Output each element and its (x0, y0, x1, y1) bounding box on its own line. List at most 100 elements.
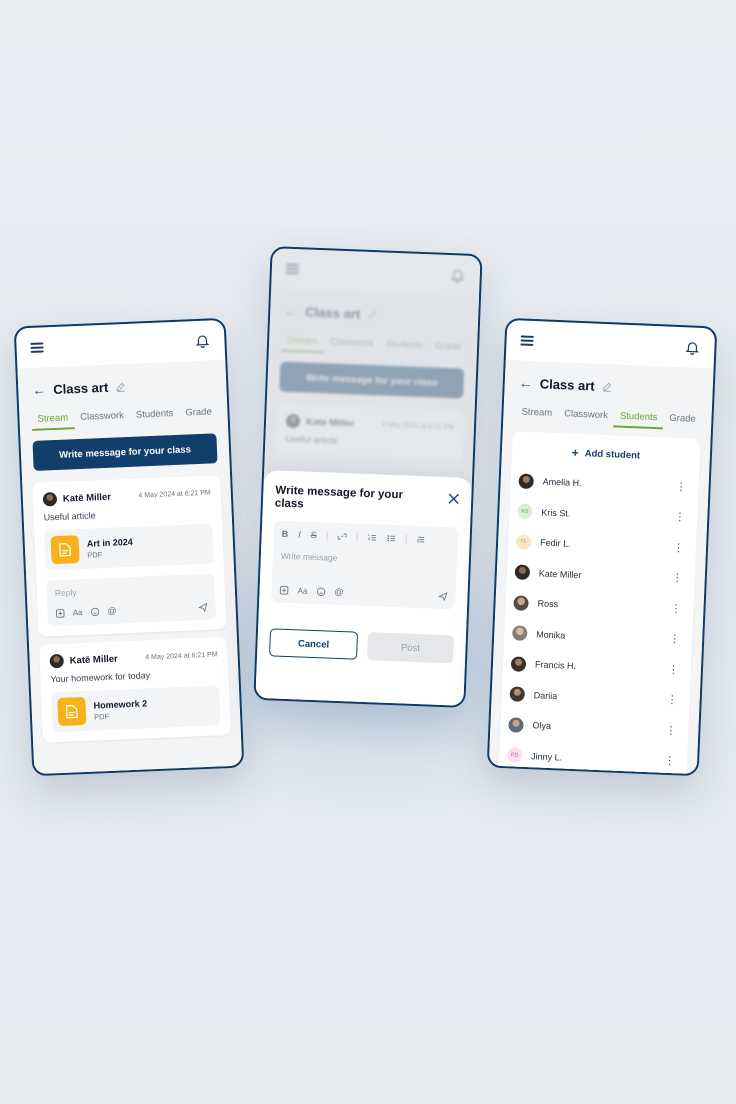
tab-grade: Grade (434, 340, 462, 353)
tab-classwork[interactable]: Classwork (74, 406, 131, 429)
add-student-label: Add student (584, 447, 641, 462)
mention-icon[interactable]: @ (334, 587, 344, 597)
tab-stream[interactable]: Stream (515, 402, 558, 425)
write-message-sheet: Write message for your class B I S Write… (255, 470, 473, 706)
mention-icon[interactable]: @ (107, 606, 117, 616)
post-header: Kate Miller 4 May 2024 at 6:21 PM (285, 413, 454, 434)
student-row[interactable]: FD Jinny L. ⋮ (506, 740, 680, 777)
attachment[interactable]: Homework 2 PDF (51, 685, 221, 733)
avatar: KS (517, 503, 533, 520)
avatar (509, 686, 526, 703)
student-name: Fedir L. (539, 537, 571, 549)
avatar (510, 656, 527, 672)
attachment-name: Homework 2 (93, 697, 148, 711)
reply-toolbar: Aa @ (55, 602, 208, 618)
message-editor[interactable]: B I S Write message Aa @ (271, 520, 459, 610)
tab-grade[interactable]: Grade (179, 402, 218, 425)
student-name: Jinny L. (530, 750, 563, 763)
message-input[interactable]: Write message (281, 551, 449, 567)
attachment-name: Art in 2024 (86, 536, 134, 549)
divider (326, 530, 328, 540)
tab-students[interactable]: Students (130, 404, 180, 427)
avatar (508, 716, 524, 733)
menu-icon[interactable] (520, 335, 534, 346)
strikethrough-button[interactable]: S (311, 530, 317, 540)
quote-icon[interactable] (417, 534, 426, 543)
tab-students: Students (385, 338, 424, 352)
bullet-list-icon[interactable] (387, 533, 396, 542)
post-date: 4 May 2024 at 6:21 PM (138, 489, 211, 500)
edit-icon[interactable] (115, 380, 126, 392)
italic-button[interactable]: I (298, 529, 301, 539)
more-options-icon[interactable]: ⋮ (670, 603, 685, 616)
avatar: FD (506, 747, 523, 764)
menu-icon[interactable] (30, 342, 44, 353)
post-header: Katē Miller 4 May 2024 at 6:21 PM (49, 647, 218, 669)
edit-icon[interactable] (601, 380, 612, 392)
attach-icon[interactable] (279, 585, 289, 595)
emoji-icon[interactable] (316, 587, 326, 596)
tab-students[interactable]: Students (613, 406, 663, 429)
page-title: Class art (305, 303, 361, 322)
format-toolbar: B I S (282, 529, 450, 545)
more-options-icon[interactable]: ⋮ (673, 542, 688, 555)
more-options-icon[interactable]: ⋮ (675, 481, 690, 494)
tab-grade[interactable]: Grade (663, 408, 702, 431)
send-icon[interactable] (438, 591, 448, 601)
reply-box[interactable]: Reply Aa @ (46, 573, 217, 627)
divider (405, 533, 407, 544)
text-format-icon[interactable]: Aa (297, 586, 307, 595)
reply-input[interactable]: Reply (55, 582, 207, 598)
phone-stream: ← Class art Stream Classwork Students Gr… (13, 317, 245, 777)
bell-icon[interactable] (194, 332, 211, 349)
student-name: Kate Miller (538, 568, 582, 580)
attachment-type: PDF (93, 711, 110, 722)
students-list: + Add student Amelia H. ⋮ KS Kris St. ⋮ FL Fed… (498, 431, 701, 777)
post-card: Katē Miller 4 May 2024 at 6:21 PM Useful… (32, 475, 227, 637)
post-text: Your homework for today (50, 670, 151, 685)
close-icon[interactable] (448, 493, 459, 505)
editor-toolbar: Aa @ (279, 585, 448, 601)
tab-classwork[interactable]: Classwork (558, 404, 615, 427)
text-format-icon[interactable]: Aa (73, 608, 83, 617)
avatar (512, 625, 528, 642)
student-name: Kris St. (541, 507, 571, 519)
attachment-type: PDF (87, 549, 103, 560)
write-message-button[interactable]: Write message for your class (32, 433, 218, 471)
attachment[interactable]: Art in 2024 PDF (44, 523, 214, 571)
numbered-list-icon[interactable] (368, 533, 377, 542)
back-arrow-icon[interactable]: ← (32, 381, 47, 398)
write-message-button: Write message for your class (279, 361, 465, 399)
tab-stream[interactable]: Stream (31, 408, 74, 431)
sheet-actions: Cancel Post (269, 628, 454, 664)
phone-students: ← Class art Stream Classwork Students Gr… (486, 317, 718, 777)
bold-button[interactable]: B (282, 529, 289, 539)
student-name: Olya (532, 720, 552, 732)
send-icon[interactable] (198, 602, 208, 612)
more-options-icon[interactable]: ⋮ (669, 633, 684, 646)
student-name: Dariia (533, 690, 558, 702)
more-options-icon[interactable]: ⋮ (664, 755, 679, 768)
tab-stream: Stream (281, 331, 324, 354)
more-options-icon[interactable]: ⋮ (665, 725, 680, 738)
back-arrow-icon[interactable]: ← (518, 374, 533, 391)
back-arrow-icon: ← (284, 302, 299, 320)
post-button[interactable]: Post (366, 632, 454, 664)
post-author: Katē Miller (62, 491, 112, 505)
more-options-icon[interactable]: ⋮ (666, 694, 681, 707)
link-icon[interactable] (337, 531, 347, 540)
post-card: Katē Miller 4 May 2024 at 6:21 PM Your h… (39, 636, 231, 743)
emoji-icon[interactable] (90, 607, 100, 616)
plus-icon: + (571, 445, 580, 460)
more-options-icon[interactable]: ⋮ (674, 511, 689, 524)
more-options-icon[interactable]: ⋮ (672, 572, 687, 585)
bell-icon[interactable] (684, 339, 701, 356)
cancel-button[interactable]: Cancel (269, 628, 359, 660)
avatar (49, 653, 65, 669)
attach-icon[interactable] (55, 608, 65, 618)
menu-icon (285, 263, 300, 275)
student-name: Francis H. (534, 659, 577, 672)
divider (356, 532, 358, 542)
more-options-icon[interactable]: ⋮ (668, 664, 683, 677)
student-name: Monika (536, 629, 566, 641)
